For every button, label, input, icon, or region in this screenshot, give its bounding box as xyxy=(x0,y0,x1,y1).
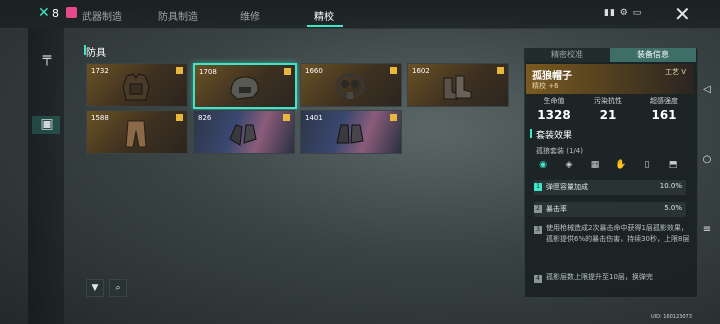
stat-label: 超感强度 xyxy=(650,97,678,105)
set-effect-3: 使用枪械造成2次暴击命中获得1层孤影效果，孤影提供6%的暴击伤害，持续30秒，上… xyxy=(546,224,690,243)
notification-badge-icon[interactable] xyxy=(66,7,77,18)
set-effect-1: 1 弹匣容量加成 10.0% xyxy=(534,180,686,195)
armor-card-gloves-2[interactable]: 1401 xyxy=(300,110,402,154)
set-effects-title: 套装效果 xyxy=(536,131,573,141)
level-count: 8 xyxy=(52,7,59,20)
tab-armor-craft[interactable]: 防具制造 xyxy=(158,8,198,23)
top-bar: ✕ 8 武器制造 防具制造 维修 精校 ▮▮ ⚙ ▭ ✕ xyxy=(0,0,720,29)
search-icon[interactable]: ⌕ xyxy=(109,279,127,297)
effect-number: 2 xyxy=(534,205,542,213)
boots-icon xyxy=(443,75,472,100)
stat-label: 污染抗性 xyxy=(594,97,622,105)
panel-tabs: 精密校准 装备信息 xyxy=(524,48,696,62)
stat-value: 1328 xyxy=(537,108,571,122)
boots-slot-icon: ⬒ xyxy=(668,160,678,170)
gloves-slot-icon: ✋ xyxy=(615,160,627,170)
pants-icon xyxy=(125,120,147,148)
app-logo-icon: ✕ xyxy=(38,5,50,21)
tab-equipment-info[interactable]: 装备信息 xyxy=(610,48,696,62)
card-score: 1732 xyxy=(91,67,109,75)
set-name: 孤狼套装 (1/4) xyxy=(536,147,583,155)
craft-tier-badge: 工艺 V xyxy=(664,68,686,76)
stat-hp: 生命值 1328 xyxy=(528,96,580,122)
set-accent-bar xyxy=(530,129,532,138)
grade-badge-icon xyxy=(176,67,183,74)
stat-pollution-resist: 污染抗性 21 xyxy=(582,96,634,122)
effect-value: 10.0% xyxy=(659,182,682,190)
tab-weapon-craft[interactable]: 武器制造 xyxy=(82,8,122,23)
item-header: 孤狼帽子 精校 +6 工艺 V xyxy=(526,64,694,94)
armor-card-pants[interactable]: 1588 xyxy=(86,110,188,154)
set-effect-4: 孤影层数上限提升至10层，换弹完 xyxy=(546,273,653,281)
item-refine-level: 精校 +6 xyxy=(532,82,559,90)
pistol-icon[interactable]: ╤ xyxy=(38,50,56,68)
grade-badge-icon xyxy=(390,114,397,121)
effect-number: 4 xyxy=(534,275,542,283)
tab-refine[interactable]: 精校 xyxy=(314,8,334,23)
tab-repair[interactable]: 维修 xyxy=(240,8,260,23)
vest-slot-icon: ▦ xyxy=(590,160,600,170)
stat-label: 生命值 xyxy=(543,97,565,105)
gloves-icon xyxy=(336,124,364,144)
helmet-slot-icon: ◉ xyxy=(539,160,547,170)
user-id: UID: 160123073 xyxy=(651,314,692,320)
grade-badge-icon xyxy=(283,114,290,121)
armor-card-mask[interactable]: 1660 xyxy=(300,63,402,107)
back-icon[interactable]: ◁ xyxy=(700,84,714,98)
armor-card-vest[interactable]: 1732 xyxy=(86,63,188,107)
close-icon[interactable]: ✕ xyxy=(674,2,691,26)
item-name: 孤狼帽子 xyxy=(532,71,572,82)
set-slots: ◉ ◈ ▦ ✋ ▯ ⬒ xyxy=(534,158,692,172)
home-icon[interactable]: ○ xyxy=(700,154,714,168)
armor-vest-icon[interactable]: ▣ xyxy=(38,116,56,134)
section-title: 防具 xyxy=(86,48,106,59)
stat-value: 161 xyxy=(651,108,677,122)
vest-icon xyxy=(122,73,150,101)
card-score: 1708 xyxy=(199,68,217,76)
mask-slot-icon: ◈ xyxy=(565,160,573,170)
gloves-icon xyxy=(229,124,257,146)
status-icons: ▮▮ ⚙ ▭ xyxy=(604,8,643,18)
helmet-icon xyxy=(230,76,259,100)
card-score: 1588 xyxy=(91,114,109,122)
effect-number: 3 xyxy=(534,226,542,234)
effect-text: 暴击率 xyxy=(546,205,567,213)
grade-badge-icon xyxy=(284,68,291,75)
effect-number: 1 xyxy=(534,183,542,191)
tab-precision-calibration[interactable]: 精密校准 xyxy=(524,48,610,62)
grade-badge-icon xyxy=(497,67,504,74)
grade-badge-icon xyxy=(176,114,183,121)
set-effect-2: 2 暴击率 5.0% xyxy=(534,202,686,217)
pants-slot-icon: ▯ xyxy=(644,160,650,170)
armor-card-boots[interactable]: 1602 xyxy=(407,63,509,107)
armor-card-helmet[interactable]: 1708 xyxy=(193,63,297,109)
menu-icon[interactable]: ≡ xyxy=(700,224,714,238)
stat-value: 21 xyxy=(599,108,617,122)
card-score: 1660 xyxy=(305,67,323,75)
card-score: 826 xyxy=(198,114,212,122)
armor-card-gloves-1[interactable]: 826 xyxy=(193,110,295,154)
stat-psi-strength: 超感强度 161 xyxy=(638,96,690,122)
grade-badge-icon xyxy=(390,67,397,74)
filter-icon[interactable]: ▼ xyxy=(86,279,104,297)
card-score: 1602 xyxy=(412,67,430,75)
card-score: 1401 xyxy=(305,114,323,122)
effect-text: 弹匣容量加成 xyxy=(546,183,588,191)
category-rail: ╤ ▣ xyxy=(28,28,64,324)
active-tab-indicator xyxy=(307,25,343,27)
effect-value: 5.0% xyxy=(664,204,682,212)
gas-mask-icon xyxy=(335,73,365,99)
